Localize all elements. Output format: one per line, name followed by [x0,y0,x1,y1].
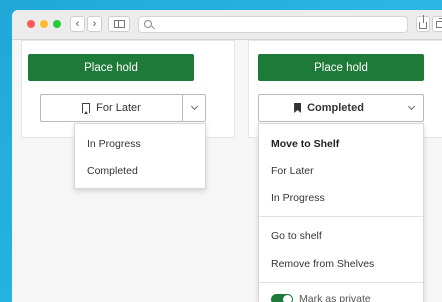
menu-divider [259,216,423,217]
shelf-button-label-left: For Later [96,102,141,114]
menu-item-in-progress[interactable]: In Progress [271,192,325,204]
menu-item-in-progress[interactable]: In Progress [87,138,141,150]
share-icon [419,15,427,29]
bookmark-filled-icon [294,103,302,113]
sidebar-toggle-button[interactable] [108,16,130,32]
menu-item-for-later[interactable]: For Later [271,165,314,177]
shelf-button-left: For Later [40,94,206,122]
menu-divider [259,282,423,283]
place-hold-button-right[interactable]: Place hold [258,54,424,81]
menu-heading-move-to-shelf: Move to Shelf [271,138,340,150]
back-button[interactable]: ‹ [70,16,85,32]
share-button[interactable] [416,15,430,32]
shelf-button-label-right: Completed [307,102,364,114]
menu-item-go-to-shelf[interactable]: Go to shelf [271,230,322,242]
shelf-dropdown-toggle-right[interactable] [399,95,424,121]
shelf-main-button-right[interactable]: Completed [259,95,399,121]
chevron-down-icon [407,102,416,111]
bookmark-outline-icon [82,103,91,114]
chevron-down-icon [190,102,199,111]
minimize-window-icon[interactable] [40,20,48,28]
zoom-window-icon[interactable] [53,20,61,28]
shelf-dropdown-toggle-left[interactable] [183,95,206,121]
shelf-menu-right: Move to Shelf For Later In Progress Go t… [258,123,424,302]
tabs-icon [435,17,442,28]
private-toggle[interactable] [271,294,293,302]
place-hold-button-left[interactable]: Place hold [28,54,194,81]
chevron-left-icon: ‹ [75,17,80,30]
forward-button[interactable]: › [87,16,102,32]
browser-toolbar: ‹ › [12,10,442,40]
menu-item-completed[interactable]: Completed [87,165,138,177]
shelf-main-button-left[interactable]: For Later [41,95,182,121]
address-bar[interactable] [138,16,408,33]
close-window-icon[interactable] [27,20,35,28]
private-toggle-label: Mark as private [299,293,371,302]
tabs-button[interactable] [432,16,442,32]
sidebar-icon [113,20,125,28]
menu-item-remove-from-shelves[interactable]: Remove from Shelves [271,258,374,270]
shelf-button-right: Completed [258,94,424,122]
chevron-right-icon: › [92,17,97,30]
shelf-menu-left: In Progress Completed [74,123,206,189]
search-icon [144,20,152,28]
